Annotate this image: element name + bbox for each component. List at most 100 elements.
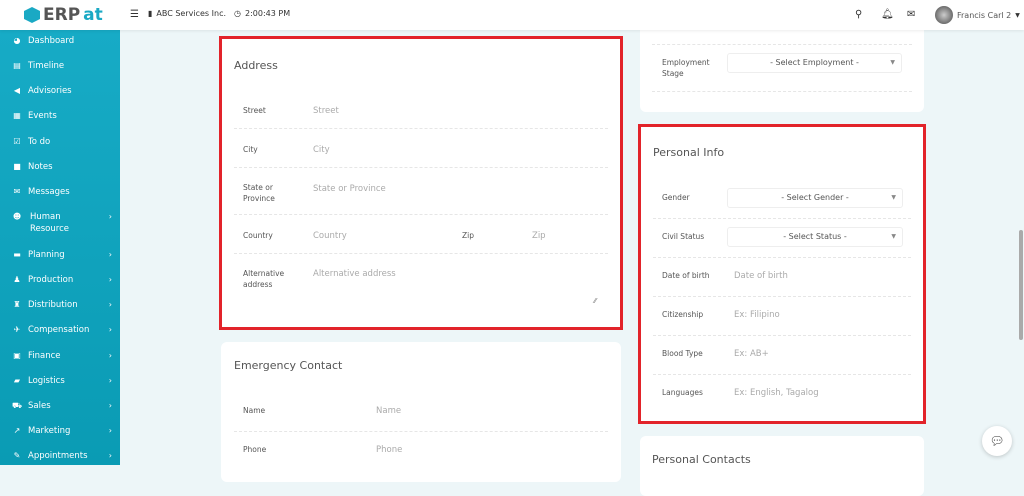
sidebar-item-logistics[interactable]: ▰ Logistics ›	[12, 375, 112, 387]
caret-down-icon: ▼	[1015, 11, 1020, 19]
chat-icon: 💬︎	[989, 434, 1005, 448]
bell-icon[interactable]: 🔔︎	[881, 9, 894, 20]
employment-stage-label: Employment Stage	[662, 58, 710, 78]
gender-select[interactable]: - Select Gender - ▼	[727, 188, 903, 208]
sidebar-item-label: Finance	[28, 351, 61, 361]
company-name: ABC Services Inc.	[156, 9, 227, 18]
clock-time: 2:00:43 PM	[245, 9, 291, 18]
employment-stage-select[interactable]: - Select Employment - ▼	[727, 53, 902, 73]
divider	[234, 431, 608, 432]
name-label: Name	[243, 406, 266, 415]
divider	[653, 257, 911, 258]
sidebar-item-planning[interactable]: ▬ Planning ›	[12, 249, 112, 261]
card-title: Address	[234, 59, 278, 72]
sidebar-item-label: Human Resource	[30, 212, 69, 234]
resize-handle-icon[interactable]: ⁄⁄	[594, 297, 596, 305]
sidebar-item-advisories[interactable]: ◀ Advisories	[12, 85, 112, 97]
personal-contacts-card: Personal Contacts	[640, 436, 924, 496]
alt-address-textarea[interactable]: Alternative address	[313, 269, 396, 279]
menu-toggle-icon[interactable]: ☰	[130, 9, 139, 20]
state-input[interactable]: State or Province	[313, 184, 386, 194]
phone-input[interactable]: Phone	[376, 445, 402, 455]
users-icon: ☻	[12, 212, 22, 221]
compensation-icon: ✈	[13, 325, 21, 334]
sidebar-item-dashboard[interactable]: ◕ Dashboard	[12, 35, 112, 47]
building-icon: ▮	[148, 9, 153, 18]
address-card: Address Street Street City City State or…	[219, 36, 623, 330]
chevron-right-icon: ›	[108, 351, 112, 360]
brand-logo[interactable]: ERP at	[24, 5, 103, 25]
sidebar-item-label: Timeline	[28, 61, 65, 71]
caret-down-icon: ▼	[890, 59, 895, 66]
phone-label: Phone	[243, 445, 267, 454]
note-icon: ■	[13, 162, 21, 171]
sidebar-item-to-do[interactable]: ☑ To do	[12, 136, 112, 148]
street-input[interactable]: Street	[313, 106, 339, 116]
scrollbar[interactable]	[1019, 230, 1023, 340]
sidebar-item-notes[interactable]: ■ Notes	[12, 161, 112, 173]
sidebar-item-sales[interactable]: ⛟ Sales ›	[12, 400, 112, 412]
sidebar-item-label: Planning	[28, 250, 65, 260]
state-label: State or Province	[243, 183, 275, 203]
sidebar-item-label: Marketing	[28, 426, 71, 436]
country-input[interactable]: Country	[313, 231, 347, 241]
money-icon: ▣	[13, 351, 21, 360]
sidebar-item-label: Logistics	[28, 376, 65, 386]
sidebar-item-distribution[interactable]: ♜ Distribution ›	[12, 299, 112, 311]
sidebar-item-compensation[interactable]: ✈ Compensation ›	[12, 324, 112, 336]
languages-label: Languages	[662, 388, 703, 397]
divider	[653, 218, 911, 219]
select-value: - Select Gender -	[781, 193, 849, 202]
sidebar-item-appointments[interactable]: ✎ Appointments ›	[12, 450, 112, 462]
logo-icon	[24, 7, 40, 23]
chevron-right-icon: ›	[108, 401, 112, 410]
sidebar-item-label: Events	[28, 111, 57, 121]
sidebar-item-events[interactable]: ▦ Events	[12, 110, 112, 122]
gender-label: Gender	[662, 193, 690, 202]
truck-icon: ▰	[13, 376, 21, 385]
user-name: Francis Carl 2	[957, 10, 1012, 20]
divider	[653, 335, 911, 336]
cart-icon: ⛟	[12, 401, 23, 410]
chevron-right-icon: ›	[108, 275, 112, 284]
emergency-contact-card: Emergency Contact Name Name Phone Phone	[221, 342, 621, 482]
zip-input[interactable]: Zip	[532, 231, 546, 241]
citizenship-label: Citizenship	[662, 310, 704, 319]
divider	[234, 253, 608, 254]
sidebar-item-label: Compensation	[28, 325, 90, 335]
sidebar-item-finance[interactable]: ▣ Finance ›	[12, 350, 112, 362]
blood-type-input[interactable]: Ex: AB+	[734, 349, 769, 359]
sidebar-item-timeline[interactable]: ▤ Timeline	[12, 60, 112, 72]
chevron-right-icon: ›	[108, 426, 112, 435]
sidebar-item-label: Appointments	[28, 451, 88, 461]
languages-input[interactable]: Ex: English, Tagalog	[734, 388, 819, 398]
sidebar-item-label: Sales	[28, 401, 51, 411]
mail-icon[interactable]: ✉	[907, 9, 915, 20]
sidebar-item-label: Dashboard	[28, 36, 75, 46]
country-label: Country	[243, 231, 273, 240]
sidebar-item-production[interactable]: ♟ Production ›	[12, 274, 112, 286]
calendar-icon: ▦	[13, 111, 21, 120]
dashboard-icon: ◕	[13, 36, 21, 45]
avatar	[935, 6, 953, 24]
search-icon[interactable]: ⚲	[855, 9, 862, 20]
sidebar-item-label: Messages	[28, 187, 70, 197]
user-menu[interactable]: Francis Carl 2 ▼	[935, 6, 1020, 24]
caret-down-icon: ▼	[891, 194, 896, 201]
civil-status-select[interactable]: - Select Status - ▼	[727, 227, 903, 247]
chevron-right-icon: ›	[108, 212, 112, 221]
name-input[interactable]: Name	[376, 406, 401, 416]
dob-input[interactable]: Date of birth	[734, 271, 788, 281]
sidebar-item-messages[interactable]: ✉ Messages	[12, 186, 112, 198]
divider	[652, 91, 912, 92]
card-title: Personal Info	[653, 146, 725, 159]
city-label: City	[243, 145, 258, 154]
chevron-right-icon: ›	[108, 300, 112, 309]
citizenship-input[interactable]: Ex: Filipino	[734, 310, 780, 320]
sidebar-item-human-resource[interactable]: ☻ Human Resource ›	[12, 211, 112, 235]
chat-button[interactable]: 💬︎	[982, 426, 1012, 456]
alt-address-label: Alternative address	[243, 269, 285, 289]
sidebar-item-marketing[interactable]: ↗ Marketing ›	[12, 425, 112, 437]
employment-card: Employment Stage - Select Employment - ▼	[640, 20, 924, 112]
city-input[interactable]: City	[313, 145, 330, 155]
